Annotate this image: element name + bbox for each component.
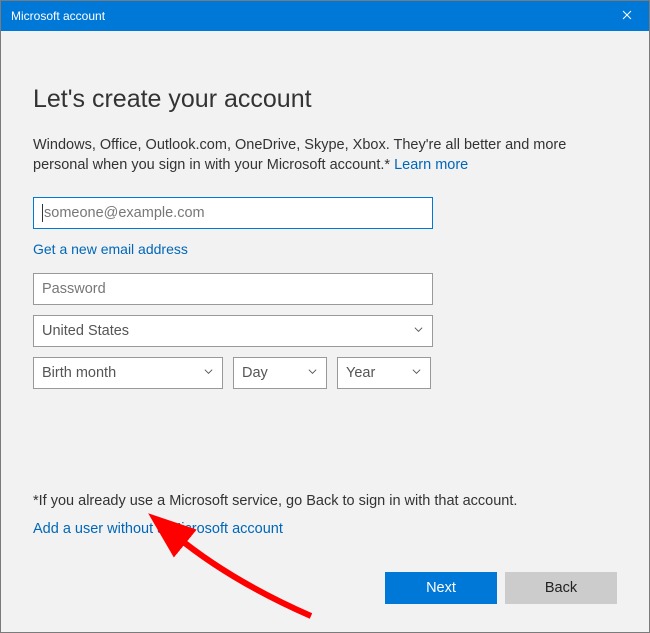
chevron-down-icon [413, 323, 424, 339]
country-select[interactable]: United States [33, 315, 433, 347]
dialog-window: Microsoft account Let's create your acco… [0, 0, 650, 633]
button-row: Next Back [385, 572, 617, 604]
text-cursor [42, 204, 43, 222]
page-title: Let's create your account [33, 85, 617, 114]
country-value: United States [42, 323, 129, 339]
dob-row: Birth month Day Year [33, 357, 617, 389]
chevron-down-icon [411, 365, 422, 381]
subtext: Windows, Office, Outlook.com, OneDrive, … [33, 136, 617, 175]
back-button[interactable]: Back [505, 572, 617, 604]
close-icon [622, 7, 632, 25]
window-title: Microsoft account [11, 9, 105, 23]
chevron-down-icon [307, 365, 318, 381]
password-field[interactable]: Password [33, 273, 433, 305]
chevron-down-icon [203, 365, 214, 381]
email-field[interactable]: someone@example.com [33, 197, 433, 229]
password-placeholder: Password [42, 281, 106, 297]
birth-year-value: Year [346, 365, 375, 381]
birth-day-value: Day [242, 365, 268, 381]
add-user-without-ms-account-link[interactable]: Add a user without a Microsoft account [33, 521, 283, 537]
learn-more-link[interactable]: Learn more [394, 157, 468, 173]
titlebar: Microsoft account [1, 1, 649, 31]
close-button[interactable] [604, 1, 649, 31]
email-placeholder: someone@example.com [44, 205, 205, 221]
content-area: Let's create your account Windows, Offic… [1, 31, 649, 632]
get-new-email-link[interactable]: Get a new email address [33, 241, 188, 257]
next-button[interactable]: Next [385, 572, 497, 604]
birth-day-select[interactable]: Day [233, 357, 327, 389]
birth-month-select[interactable]: Birth month [33, 357, 223, 389]
birth-month-value: Birth month [42, 365, 116, 381]
subtext-body: Windows, Office, Outlook.com, OneDrive, … [33, 137, 566, 173]
birth-year-select[interactable]: Year [337, 357, 431, 389]
disclaimer-text: *If you already use a Microsoft service,… [33, 493, 617, 509]
